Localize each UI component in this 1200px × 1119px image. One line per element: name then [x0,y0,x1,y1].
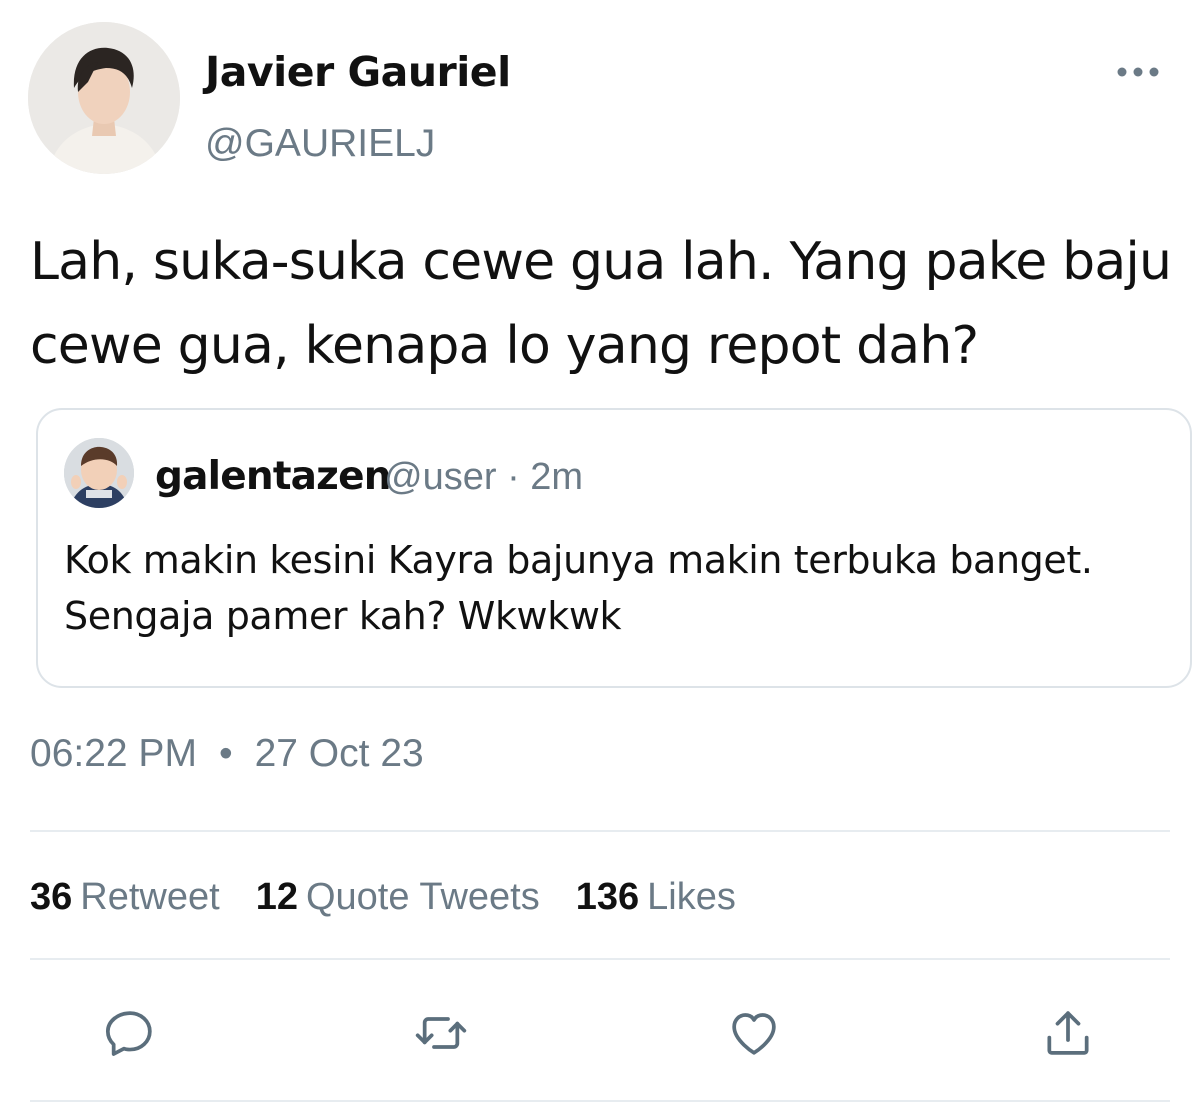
quoted-tweet-card[interactable]: galentazen @user · 2m Kok makin kesini K… [36,408,1192,688]
author-handle[interactable]: @GAURIELJ [205,122,435,166]
tweet-date: 27 Oct 23 [254,732,424,775]
quoted-author-avatar [64,438,134,508]
quoted-meta: @user · 2m [384,456,583,499]
tweet-time: 06:22 PM [30,732,197,775]
reply-icon [105,1011,152,1056]
quote-count-link[interactable]: 12 Quote Tweets [256,876,540,919]
retweet-icon [415,1017,467,1049]
reply-button[interactable] [102,1005,158,1061]
person-photo-icon [28,22,180,174]
like-count: 136 [575,876,640,918]
divider [30,830,1170,832]
heart-icon [732,1013,776,1055]
retweet-button[interactable] [413,1005,469,1061]
quoted-author-name: galentazen [155,454,392,499]
more-horizontal-icon[interactable] [1114,60,1162,84]
retweet-count: 36 [30,876,73,918]
share-button[interactable] [1040,1005,1096,1061]
quote-count: 12 [255,876,298,918]
like-count-link[interactable]: 136 Likes [576,876,736,919]
retweet-label: Retweet [80,876,220,918]
quoted-time: 2m [530,456,584,498]
child-photo-icon [64,438,134,508]
quoted-meta-separator: · [507,456,520,498]
tweet-stats: 36 Retweet 12 Quote Tweets 136 Likes [30,876,772,919]
retweet-count-link[interactable]: 36 Retweet [30,876,220,919]
quoted-tweet-text: Kok makin kesini Kayra bajunya makin ter… [64,538,1093,638]
quote-label: Quote Tweets [305,876,540,918]
share-icon [1047,1011,1089,1055]
tweet-detail: Javier Gauriel @GAURIELJ Lah, suka-suka … [0,0,1200,1119]
tweet-text: Lah, suka-suka cewe gua lah. Yang pake b… [30,232,1172,376]
like-button[interactable] [726,1005,782,1061]
author-avatar[interactable] [28,22,180,174]
author-display-name[interactable]: Javier Gauriel [205,48,511,96]
timestamp-separator: • [218,732,233,775]
tweet-timestamp: 06:22 PM • 27 Oct 23 [30,732,424,776]
divider [30,958,1170,960]
divider [30,1100,1170,1102]
like-label: Likes [647,876,736,918]
quoted-author-handle: @user [384,456,497,498]
